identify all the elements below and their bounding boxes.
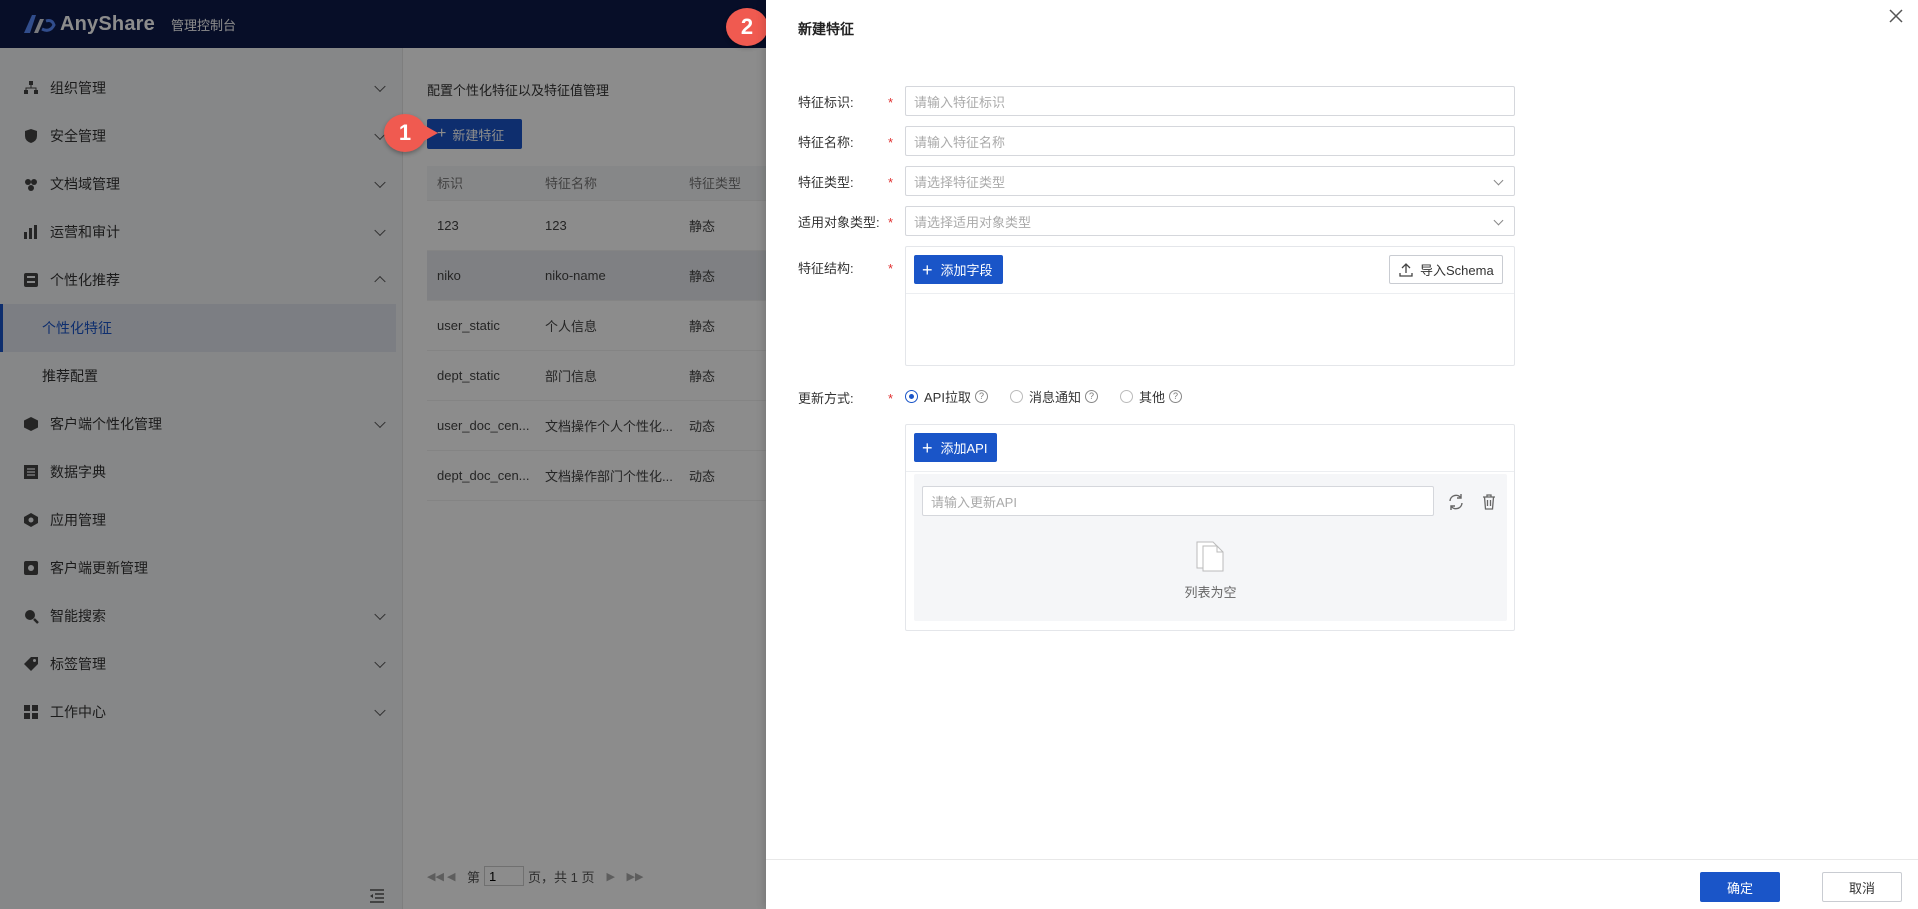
radio-other-label[interactable]: 其他 (1139, 387, 1165, 406)
required-mark: * (888, 175, 894, 190)
divider (906, 293, 1514, 294)
required-mark: * (888, 261, 894, 276)
feature-type-placeholder: 请选择特征类型 (914, 174, 1006, 190)
radio-message-notify[interactable] (1009, 389, 1023, 403)
add-api-button[interactable]: + 添加API (914, 433, 998, 462)
feature-structure-label: 特征结构: (798, 261, 854, 276)
radio-api-label[interactable]: API拉取 (924, 387, 971, 406)
drawer-footer-divider (766, 859, 1918, 860)
import-schema-label: 导入Schema (1420, 263, 1494, 278)
feature-name-label: 特征名称: (798, 135, 854, 150)
cancel-button[interactable]: 取消 (1822, 872, 1902, 902)
object-type-label: 适用对象类型: (798, 215, 880, 230)
radio-other[interactable] (1119, 389, 1133, 403)
refresh-icon[interactable] (1447, 493, 1465, 511)
feature-type-select[interactable]: 请选择特征类型 (905, 166, 1515, 196)
modal-overlay[interactable] (0, 0, 766, 909)
annotation-badge-1: 1 (384, 114, 426, 152)
drawer-title: 新建特征 (798, 21, 854, 37)
import-schema-button[interactable]: 导入Schema (1389, 255, 1503, 284)
update-method-label: 更新方式: (798, 391, 854, 406)
upload-icon (1399, 262, 1413, 277)
confirm-button[interactable]: 确定 (1700, 872, 1780, 902)
annotation-badge-2: 2 (726, 8, 768, 46)
feature-id-label: 特征标识: (798, 95, 854, 110)
feature-name-input[interactable]: 请输入特征名称 (905, 126, 1515, 156)
feature-type-label: 特征类型: (798, 175, 854, 190)
radio-message-label[interactable]: 消息通知 (1029, 387, 1081, 406)
update-method-radio-group: API拉取 ? 消息通知 ? 其他 ? (905, 387, 1204, 405)
help-icon[interactable]: ? (1084, 389, 1098, 403)
help-icon[interactable]: ? (1169, 389, 1182, 403)
add-field-button[interactable]: + 添加字段 (914, 255, 1003, 284)
chevron-down-icon (1493, 175, 1504, 186)
update-api-input[interactable]: 请输入更新API (922, 486, 1434, 516)
divider (906, 471, 1514, 472)
empty-list-text: 列表为空 (1184, 585, 1237, 600)
new-feature-drawer: 新建特征 特征标识: * 请输入特征标识 特征名称: * 请输入特征名称 特征类… (766, 0, 1918, 909)
api-list-panel: 请输入更新API 列表为空 (914, 474, 1507, 621)
radio-api-pull[interactable] (905, 389, 918, 403)
trash-icon[interactable] (1480, 493, 1498, 511)
add-field-label: 添加字段 (940, 263, 993, 278)
required-mark: * (888, 135, 894, 150)
required-mark: * (888, 95, 894, 110)
empty-list-icon (1196, 541, 1224, 572)
chevron-down-icon (1493, 215, 1504, 226)
feature-id-input[interactable]: 请输入特征标识 (905, 86, 1515, 116)
required-mark: * (888, 391, 894, 406)
add-api-label: 添加API (940, 441, 988, 456)
plus-icon: + (922, 437, 933, 458)
required-mark: * (888, 215, 894, 230)
close-icon[interactable] (1888, 8, 1904, 24)
help-icon[interactable]: ? (974, 389, 988, 403)
plus-icon: + (922, 259, 933, 280)
object-type-placeholder: 请选择适用对象类型 (914, 214, 1032, 230)
object-type-select[interactable]: 请选择适用对象类型 (905, 206, 1515, 236)
